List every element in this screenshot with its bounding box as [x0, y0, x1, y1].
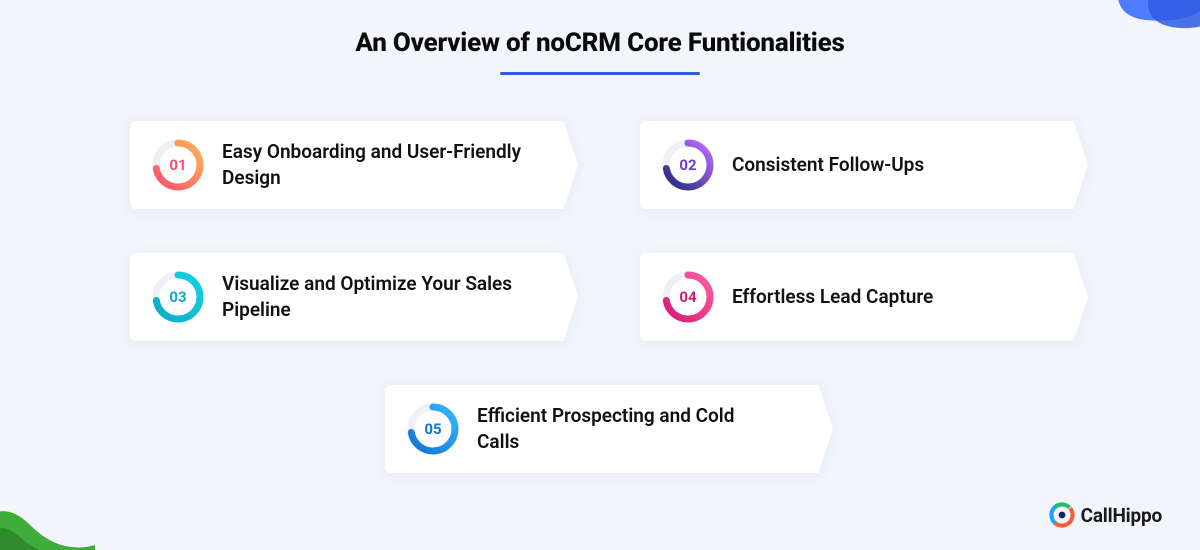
badge-01-icon: 01: [150, 137, 206, 193]
title-underline: [500, 72, 700, 75]
badge-02-number: 02: [660, 137, 716, 193]
feature-03-label: Visualize and Optimize Your Sales Pipeli…: [222, 271, 524, 322]
feature-01-label: Easy Onboarding and User-Friendly Design: [222, 139, 524, 190]
brand: CallHippo: [1049, 502, 1162, 528]
feature-card-04: 04 Effortless Lead Capture: [640, 253, 1070, 341]
brand-logo-icon: [1049, 502, 1075, 528]
badge-04-icon: 04: [660, 269, 716, 325]
feature-card-05: 05 Efficient Prospecting and Cold Calls: [385, 385, 815, 473]
badge-04-number: 04: [660, 269, 716, 325]
decoration-bottom-left: [0, 475, 95, 550]
feature-card-01: 01 Easy Onboarding and User-Friendly Des…: [130, 121, 560, 209]
feature-05-label: Efficient Prospecting and Cold Calls: [477, 403, 779, 454]
badge-02-icon: 02: [660, 137, 716, 193]
badge-01-number: 01: [150, 137, 206, 193]
feature-card-02: 02 Consistent Follow-Ups: [640, 121, 1070, 209]
page-title: An Overview of noCRM Core Funtionalities: [0, 28, 1200, 58]
features-grid: 01 Easy Onboarding and User-Friendly Des…: [0, 121, 1200, 473]
brand-name: CallHippo: [1081, 504, 1162, 527]
feature-04-label: Effortless Lead Capture: [732, 284, 933, 310]
badge-05-number: 05: [405, 401, 461, 457]
badge-03-icon: 03: [150, 269, 206, 325]
feature-02-label: Consistent Follow-Ups: [732, 152, 924, 178]
feature-card-03: 03 Visualize and Optimize Your Sales Pip…: [130, 253, 560, 341]
badge-05-icon: 05: [405, 401, 461, 457]
badge-03-number: 03: [150, 269, 206, 325]
